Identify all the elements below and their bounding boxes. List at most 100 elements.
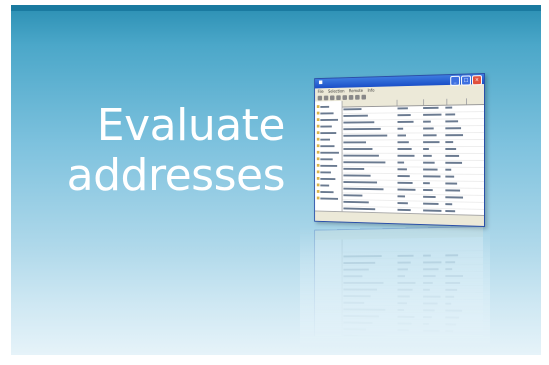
grid-cell [422, 147, 444, 153]
grid-cell [422, 119, 444, 125]
grid-cell [343, 127, 397, 133]
placeholder-text-bar [397, 175, 410, 178]
placeholder-text-bar [445, 148, 457, 150]
placeholder-text-bar [343, 127, 381, 131]
headline: Evaluate addresses [25, 101, 286, 201]
folder-icon [316, 176, 320, 180]
grid-cell [343, 167, 397, 173]
grid-cell [397, 127, 423, 133]
grid-cell [397, 161, 423, 167]
grid-cell [397, 167, 423, 173]
grid-cell [343, 113, 397, 119]
grid-cell [422, 161, 444, 167]
folder-tree-item [315, 195, 342, 202]
placeholder-text-bar [397, 195, 406, 198]
placeholder-text-bar [343, 187, 384, 191]
placeholder-text-bar [343, 121, 375, 124]
reflection-fade [300, 226, 490, 346]
placeholder-text-bar [320, 164, 338, 167]
grid-cell [343, 160, 397, 166]
placeholder-text-bar [397, 181, 413, 184]
grid-cell [422, 133, 444, 139]
grid-cell [397, 201, 423, 207]
placeholder-text-bar [423, 168, 438, 171]
grid-cell [343, 107, 397, 114]
grid-column-header [397, 99, 425, 106]
placeholder-text-bar [343, 207, 376, 211]
grid-cell [343, 174, 397, 180]
placeholder-text-bar [343, 167, 365, 170]
folder-icon [316, 118, 320, 122]
grid-cell [422, 140, 444, 146]
placeholder-text-bar [423, 161, 435, 164]
toolbar-icon [355, 94, 360, 100]
grid-cell [343, 134, 397, 140]
placeholder-text-bar [397, 202, 408, 205]
app-window-icon: ■ [318, 79, 323, 86]
grid-cell [343, 120, 397, 126]
folder-icon [316, 131, 320, 135]
toolbar-icon [323, 95, 329, 100]
grid-cell [397, 140, 423, 146]
placeholder-text-bar [445, 210, 456, 213]
close-icon: × [471, 75, 482, 86]
grid-cell [422, 126, 444, 132]
folder-icon [316, 144, 320, 148]
placeholder-text-bar [397, 120, 414, 123]
placeholder-text-bar [320, 144, 335, 147]
placeholder-text-bar [445, 134, 464, 137]
placeholder-text-bar [445, 141, 454, 144]
grid-cell [444, 181, 463, 187]
folder-icon [316, 105, 320, 108]
placeholder-text-bar [320, 184, 330, 187]
placeholder-text-bar [397, 168, 407, 171]
grid-cell [397, 147, 423, 153]
placeholder-text-bar [445, 154, 460, 157]
grid-column-header [447, 98, 467, 105]
placeholder-text-bar [343, 114, 368, 117]
placeholder-text-bar [445, 113, 456, 116]
grid-cell [397, 133, 423, 139]
folder-icon [316, 183, 320, 187]
placeholder-text-bar [423, 113, 442, 116]
placeholder-text-bar [343, 161, 386, 164]
placeholder-text-bar [445, 168, 452, 171]
grid-cell [397, 106, 423, 112]
maximize-icon: □ [461, 75, 471, 86]
minimize-icon: _ [450, 75, 461, 86]
grid-cell [444, 195, 464, 201]
placeholder-text-bar [423, 134, 437, 137]
placeholder-text-bar [445, 203, 453, 206]
folder-icon [316, 124, 320, 128]
placeholder-text-bar [320, 118, 339, 121]
placeholder-text-bar [445, 161, 463, 164]
grid-cell [444, 188, 463, 194]
placeholder-text-bar [320, 125, 332, 128]
placeholder-text-bar [445, 120, 459, 123]
menu-item: Info [367, 87, 375, 93]
grid-cell [397, 188, 423, 194]
toolbar-icon [361, 94, 367, 100]
placeholder-text-bar [343, 200, 369, 204]
address-grid [342, 98, 484, 224]
app-window: ■ _ □ × File Selection Remote Info [314, 73, 485, 227]
grid-cell [444, 154, 463, 160]
placeholder-text-bar [320, 170, 331, 173]
placeholder-text-bar [397, 127, 404, 130]
folder-icon [316, 137, 320, 141]
folder-icon [316, 170, 320, 174]
placeholder-text-bar [423, 141, 440, 144]
top-accent-bar [11, 5, 541, 11]
placeholder-text-bar [397, 161, 405, 164]
grid-cell [444, 161, 463, 167]
grid-cell [397, 113, 423, 119]
grid-cell [397, 181, 423, 187]
grid-cell [422, 195, 444, 201]
grid-cell [422, 202, 444, 208]
placeholder-text-bar [445, 127, 462, 130]
grid-cell [444, 105, 463, 111]
placeholder-text-bar [343, 134, 388, 137]
grid-cell [397, 194, 423, 200]
grid-cell [444, 175, 463, 181]
folder-icon [316, 157, 320, 161]
